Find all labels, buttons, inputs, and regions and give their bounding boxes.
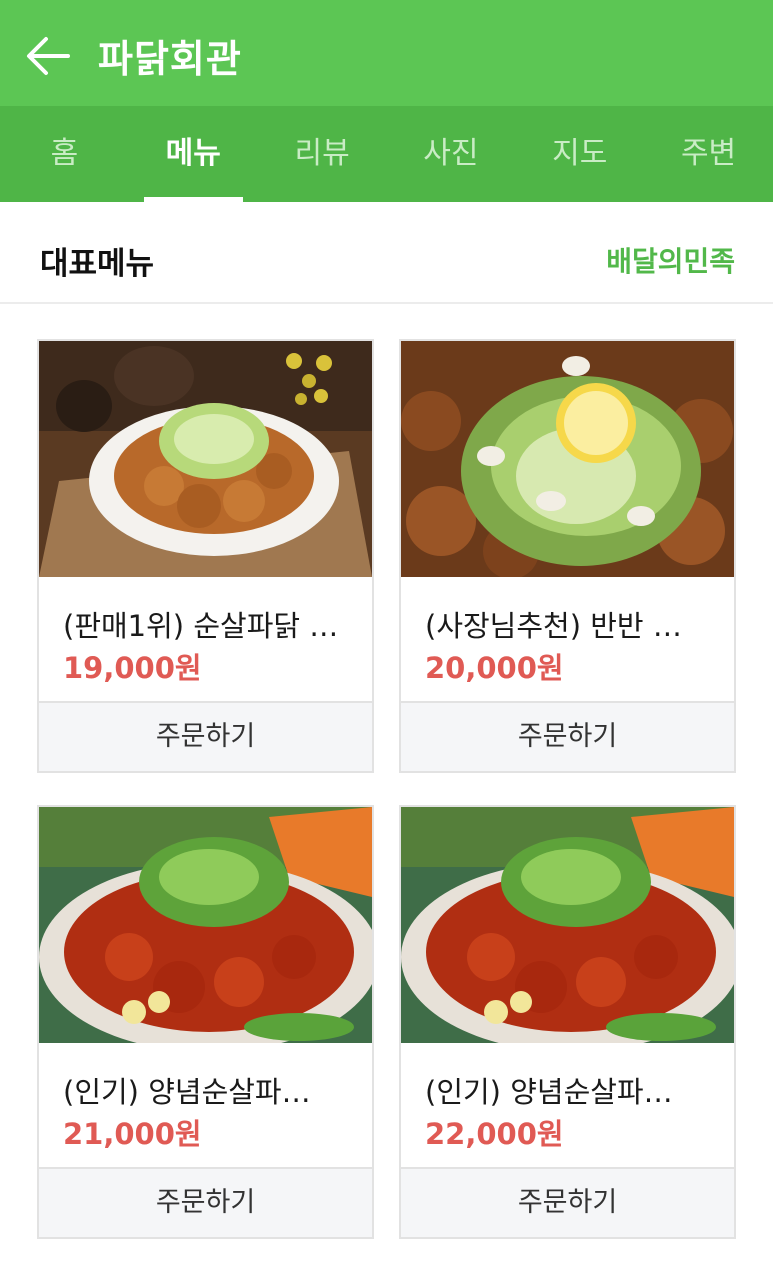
- tab-menu[interactable]: 메뉴: [129, 106, 258, 202]
- tab-photos[interactable]: 사진: [386, 106, 515, 202]
- menu-card[interactable]: (인기) 양념순살파… 21,000원 주문하기: [37, 805, 374, 1239]
- menu-card[interactable]: (사장님추천) 반반 … 20,000원 주문하기: [399, 339, 736, 773]
- menu-photo: [39, 341, 372, 577]
- menu-name: (판매1위) 순살파닭 …: [63, 609, 339, 643]
- order-button[interactable]: 주문하기: [401, 701, 734, 771]
- menu-name: (인기) 양념순살파…: [425, 1075, 673, 1109]
- tab-nearby[interactable]: 주변: [644, 106, 773, 202]
- order-button[interactable]: 주문하기: [39, 701, 372, 771]
- delivery-app-link[interactable]: 배달의민족: [606, 240, 735, 280]
- menu-name: (사장님추천) 반반 …: [425, 609, 682, 643]
- tab-home[interactable]: 홈: [0, 106, 129, 202]
- section-title: 대표메뉴: [40, 246, 155, 282]
- back-button[interactable]: [22, 30, 74, 82]
- tab-bar: 홈 메뉴 리뷰 사진 지도 주변: [0, 106, 773, 202]
- menu-card[interactable]: (판매1위) 순살파닭 … 19,000원 주문하기: [37, 339, 374, 773]
- menu-photo: [401, 341, 734, 577]
- order-button[interactable]: 주문하기: [39, 1167, 372, 1237]
- menu-price: 21,000원: [63, 1117, 202, 1151]
- menu-price: 19,000원: [63, 651, 202, 685]
- menu-name: (인기) 양념순살파…: [63, 1075, 311, 1109]
- menu-photo: [401, 807, 734, 1043]
- order-button[interactable]: 주문하기: [401, 1167, 734, 1237]
- tab-map[interactable]: 지도: [515, 106, 644, 202]
- arrow-left-icon: [27, 37, 70, 75]
- menu-price: 22,000원: [425, 1117, 564, 1151]
- page-title: 파닭회관: [98, 37, 242, 81]
- tab-reviews[interactable]: 리뷰: [258, 106, 387, 202]
- section-header: 대표메뉴 배달의민족: [0, 202, 773, 304]
- menu-photo: [39, 807, 372, 1043]
- app-header: 파닭회관: [0, 0, 773, 106]
- menu-card[interactable]: (인기) 양념순살파… 22,000원 주문하기: [399, 805, 736, 1239]
- menu-price: 20,000원: [425, 651, 564, 685]
